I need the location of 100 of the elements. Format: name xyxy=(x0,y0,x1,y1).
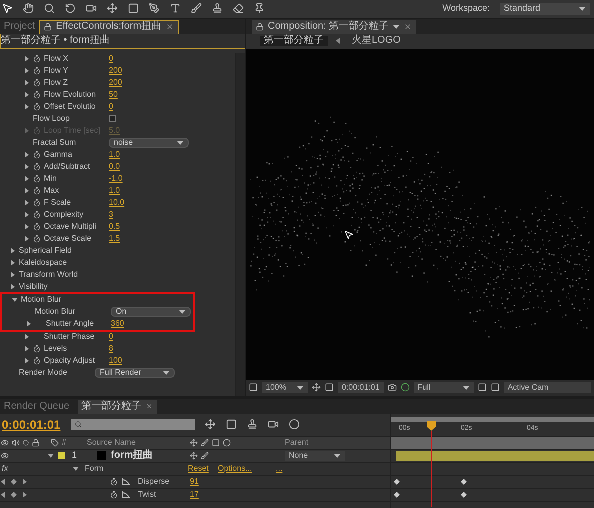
property-value[interactable]: 17 xyxy=(190,488,199,501)
parent-dropdown[interactable]: None xyxy=(285,450,345,461)
stopwatch-icon[interactable] xyxy=(33,90,41,99)
eye-icon[interactable] xyxy=(1,452,9,460)
pin-tool-icon[interactable] xyxy=(254,3,265,14)
current-time[interactable]: 0:00:01:01 xyxy=(2,418,61,431)
stopwatch-icon[interactable] xyxy=(33,162,41,171)
param-value[interactable]: -1.0 xyxy=(109,172,123,185)
keyframe-navigator-icon[interactable] xyxy=(1,478,27,485)
type-tool-icon[interactable] xyxy=(170,3,181,14)
stopwatch-icon[interactable] xyxy=(33,66,41,75)
comp-breadcrumb[interactable]: 火星LOGO xyxy=(348,36,405,46)
column-header[interactable]: Source Name xyxy=(84,436,190,449)
param-value[interactable]: 0 xyxy=(109,100,114,113)
checkbox[interactable] xyxy=(109,115,116,122)
pan-behind-tool-icon[interactable] xyxy=(107,3,118,14)
workspace-dropdown[interactable]: Standard xyxy=(500,2,590,15)
panel-tab[interactable]: EffectControls:form扭曲 xyxy=(39,20,179,34)
param-value[interactable]: 200 xyxy=(109,76,122,89)
param-value[interactable]: 1.5 xyxy=(109,232,120,245)
param-value[interactable]: 0.0 xyxy=(109,160,120,173)
rectangle-tool-icon[interactable] xyxy=(128,3,139,14)
close-icon[interactable] xyxy=(404,22,412,31)
param-value[interactable]: 0.5 xyxy=(109,220,120,233)
more-link[interactable]: ... xyxy=(276,462,283,475)
playhead[interactable] xyxy=(427,418,436,507)
dropdown[interactable]: On xyxy=(111,306,191,317)
fx-icon[interactable]: fx xyxy=(0,462,73,475)
layer-name[interactable]: form扭曲 xyxy=(106,450,190,461)
panel-tab[interactable]: Composition: 第一部分粒子 xyxy=(252,20,416,34)
layer-duration-bar[interactable] xyxy=(396,450,594,461)
group-label[interactable]: Motion Blur xyxy=(21,294,62,306)
audio-icon[interactable] xyxy=(12,438,20,447)
close-icon[interactable] xyxy=(166,23,174,32)
camera-dropdown[interactable]: Active Cam xyxy=(504,382,591,394)
panel-tab[interactable]: 第一部分粒子 xyxy=(78,400,157,414)
param-value[interactable]: 0 xyxy=(109,52,114,65)
stopwatch-icon[interactable] xyxy=(33,234,41,243)
hand-tool-icon[interactable] xyxy=(23,3,34,14)
disclosure-arrow-icon[interactable] xyxy=(73,466,79,472)
disclosure-arrow-icon[interactable] xyxy=(48,452,54,459)
stopwatch-icon[interactable] xyxy=(33,186,41,195)
keyframe-navigator-icon[interactable] xyxy=(1,492,27,498)
lock-icon[interactable] xyxy=(44,23,52,32)
resolution-dropdown[interactable]: Full xyxy=(414,382,474,394)
label-icon[interactable] xyxy=(51,438,59,447)
stopwatch-icon[interactable] xyxy=(33,150,41,159)
eraser-tool-icon[interactable] xyxy=(233,3,244,14)
stopwatch-icon[interactable] xyxy=(33,344,41,353)
graph-icon[interactable] xyxy=(122,478,130,486)
graph-icon[interactable] xyxy=(122,490,130,499)
effect-icon[interactable] xyxy=(201,438,209,447)
property-value[interactable]: 91 xyxy=(190,476,199,488)
options-link[interactable]: Options... xyxy=(218,462,276,475)
stopwatch-icon[interactable] xyxy=(33,102,41,111)
stopwatch-icon[interactable] xyxy=(33,198,41,207)
dropdown[interactable]: Full Render xyxy=(95,368,175,378)
stamp-tool-icon[interactable] xyxy=(212,3,223,14)
param-value[interactable]: 1.0 xyxy=(109,148,120,161)
current-time-field[interactable]: 0:00:01:01 xyxy=(338,382,384,394)
work-area-bar[interactable] xyxy=(391,416,594,422)
lock-icon[interactable] xyxy=(32,438,40,447)
param-value[interactable]: 8 xyxy=(109,342,114,355)
camera-tool-icon[interactable] xyxy=(86,3,97,14)
group-label[interactable]: Transform World xyxy=(19,268,78,281)
panel-tab[interactable]: Render Queue xyxy=(0,400,74,414)
dropdown[interactable]: noise xyxy=(109,138,189,148)
stopwatch-icon[interactable] xyxy=(33,174,41,183)
param-value[interactable]: 3 xyxy=(109,208,114,221)
param-value[interactable]: 0 xyxy=(109,330,114,343)
column-header[interactable]: # xyxy=(62,436,84,449)
zoom-tool-icon[interactable] xyxy=(44,3,55,14)
reset-link[interactable]: Reset xyxy=(188,462,218,475)
effect-icon[interactable] xyxy=(201,452,209,460)
param-value[interactable]: 100 xyxy=(109,354,122,367)
stopwatch-icon[interactable] xyxy=(33,222,41,231)
stopwatch-icon[interactable] xyxy=(33,78,41,87)
param-value[interactable]: 50 xyxy=(109,88,118,101)
group-label[interactable]: Spherical Field xyxy=(19,244,72,257)
camera-icon[interactable] xyxy=(388,383,397,392)
search-field[interactable] xyxy=(70,419,195,430)
param-value[interactable]: 360 xyxy=(111,318,124,330)
group-label[interactable]: Kaleidospace xyxy=(19,256,68,269)
brush-tool-icon[interactable] xyxy=(191,3,202,14)
group-label[interactable]: Visibility xyxy=(19,280,48,293)
stopwatch-icon[interactable] xyxy=(33,54,41,63)
param-value[interactable]: 200 xyxy=(109,64,122,77)
stopwatch-icon[interactable] xyxy=(33,210,41,219)
param-value[interactable]: 1.0 xyxy=(109,184,120,197)
scrollbar[interactable] xyxy=(235,52,245,396)
param-value[interactable]: 10.0 xyxy=(109,196,125,209)
column-header[interactable]: Parent xyxy=(285,436,309,449)
lock-icon[interactable] xyxy=(256,22,264,31)
close-icon[interactable] xyxy=(146,403,153,410)
stopwatch-icon[interactable] xyxy=(33,356,41,365)
zoom-dropdown[interactable]: 100% xyxy=(262,382,308,394)
eye-icon[interactable] xyxy=(1,438,9,447)
pen-tool-icon[interactable] xyxy=(149,3,160,14)
selection-tool-icon[interactable] xyxy=(2,3,13,14)
comp-breadcrumb[interactable]: 第一部分粒子 xyxy=(260,36,328,46)
